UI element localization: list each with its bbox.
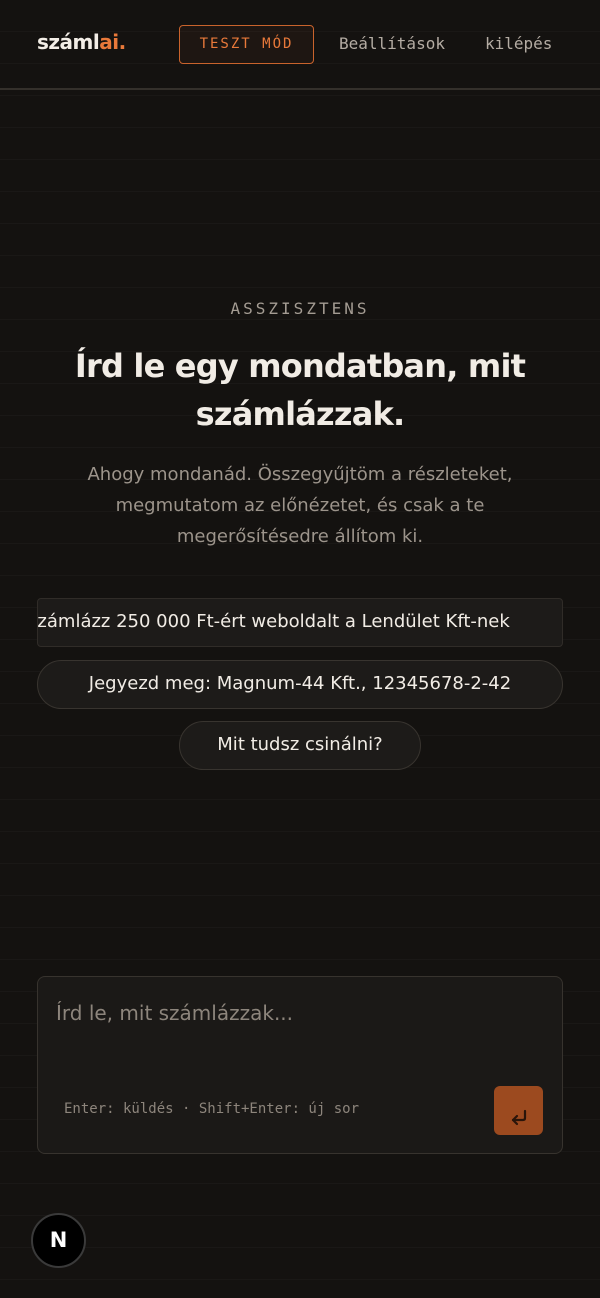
suggestion-chip-capabilities[interactable]: Mit tudsz csinálni? bbox=[179, 721, 421, 770]
suggestion-chip-invoice[interactable]: Számlázz 250 000 Ft-ért weboldalt a Lend… bbox=[37, 598, 563, 647]
dev-tools-badge[interactable]: N bbox=[31, 1213, 86, 1268]
settings-link[interactable]: Beállítások bbox=[339, 34, 445, 53]
top-header: számlai. TESZT MÓD Beállítások kilépés bbox=[0, 0, 600, 90]
page-title: Írd le egy mondatban, mit számlázzak. bbox=[74, 347, 526, 433]
logout-link[interactable]: kilépés bbox=[485, 34, 552, 53]
test-mode-badge: TESZT MÓD bbox=[179, 25, 314, 64]
logo-accent-text: ai. bbox=[99, 30, 126, 54]
send-button[interactable] bbox=[494, 1086, 543, 1135]
logo-main-text: száml bbox=[37, 30, 100, 54]
message-input[interactable] bbox=[56, 999, 536, 1059]
page-subtitle: Ahogy mondanád. Összegyűjtöm a részletek… bbox=[87, 464, 513, 547]
suggestion-chip-remember-client[interactable]: Jegyezd meg: Magnum-44 Kft., 12345678-2-… bbox=[37, 660, 563, 709]
app-logo[interactable]: számlai. bbox=[37, 30, 126, 54]
section-eyebrow: ASSZISZTENS bbox=[230, 299, 370, 318]
message-composer: Enter: küldés · Shift+Enter: új sor bbox=[37, 976, 563, 1154]
keyboard-hint: Enter: küldés · Shift+Enter: új sor bbox=[64, 1101, 360, 1117]
return-arrow-icon bbox=[511, 1109, 526, 1125]
